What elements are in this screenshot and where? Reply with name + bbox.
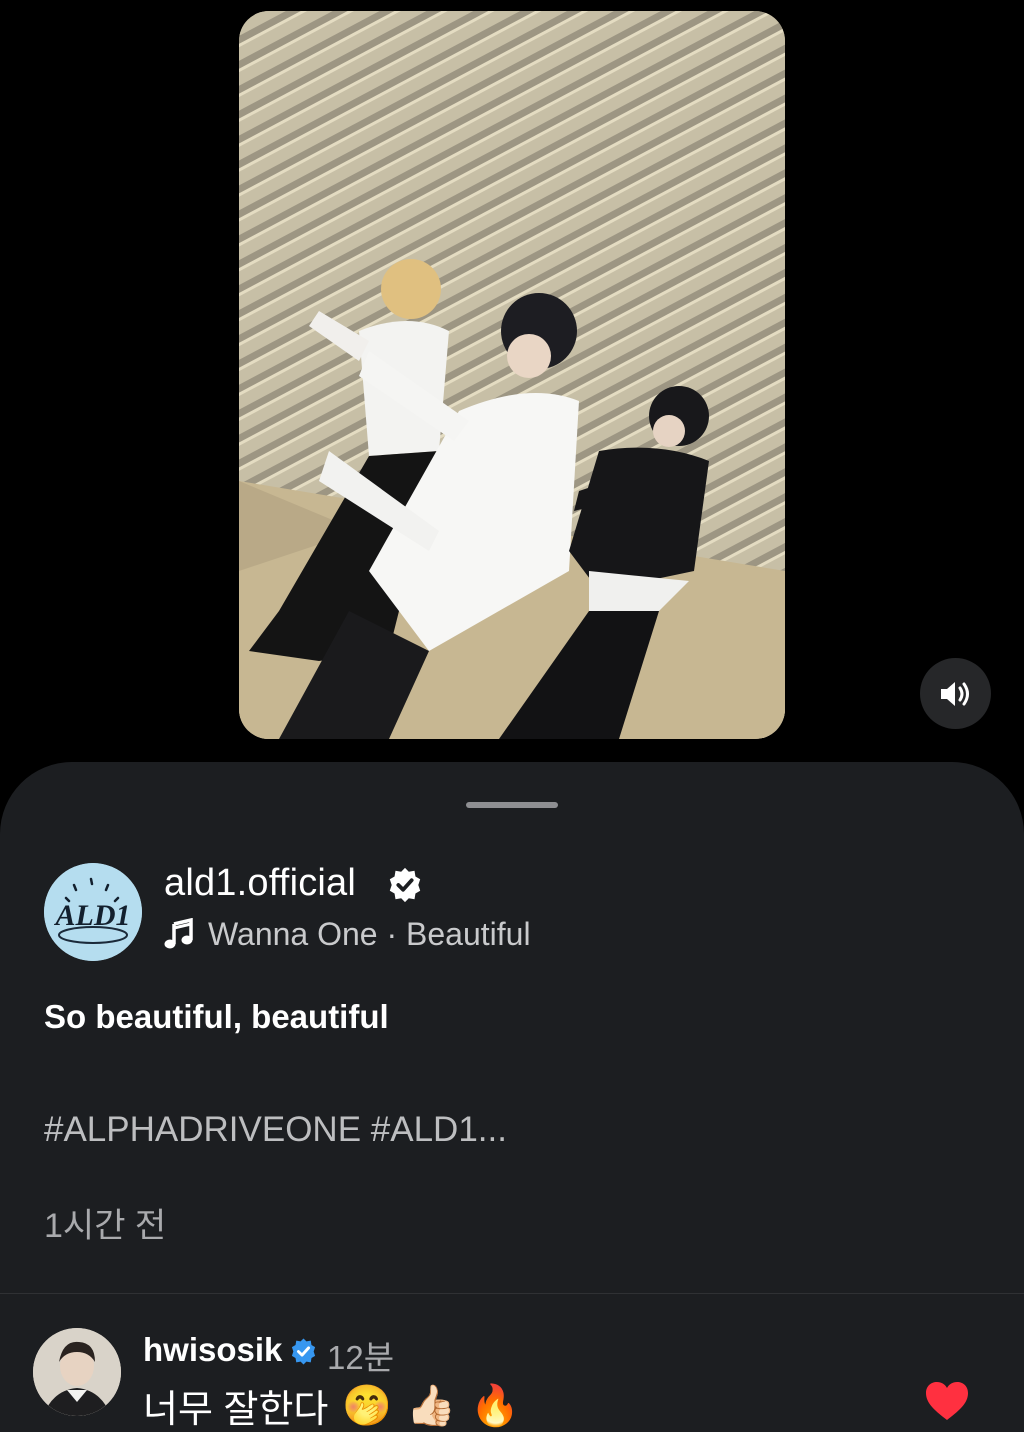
emoji-thumbs-up: 👍🏻 [406, 1383, 456, 1428]
video-frame-image [239, 11, 785, 739]
comment-username[interactable]: hwisosik [143, 1331, 282, 1369]
avatar[interactable]: ALD1 [44, 863, 142, 961]
comment-body: 너무 잘한다 🤭 👍🏻 🔥 [143, 1378, 520, 1432]
reel-video[interactable] [239, 11, 785, 739]
post-caption: So beautiful, beautiful [44, 998, 389, 1035]
ald1-logo-image: ALD1 [44, 863, 142, 961]
post-details-sheet: ALD1 ald1.official Wanna One · Beautiful… [0, 762, 1024, 1432]
post-timestamp: 1시간 전 [44, 1207, 167, 1245]
verified-badge-icon [291, 1338, 316, 1365]
post-username[interactable]: ald1.official [164, 862, 356, 905]
comment-time: 12분 [327, 1339, 395, 1376]
comment-avatar-image [33, 1328, 121, 1416]
music-info[interactable]: Wanna One · Beautiful [164, 914, 531, 954]
comment-text: 너무 잘한다 [143, 1389, 329, 1431]
divider [0, 1293, 1024, 1294]
comment-avatar[interactable] [33, 1328, 121, 1416]
heart-icon[interactable] [924, 1380, 970, 1422]
verified-badge-icon [389, 867, 421, 903]
post-hashtags[interactable]: #ALPHADRIVEONE #ALD1... [44, 1110, 507, 1150]
emoji-fire: 🔥 [469, 1383, 520, 1428]
music-label: Wanna One · Beautiful [208, 915, 531, 952]
sheet-drag-handle[interactable] [466, 802, 558, 808]
speaker-icon [940, 681, 969, 706]
sound-toggle-button[interactable] [920, 658, 991, 729]
avatar-logo-text: ALD1 [54, 899, 131, 932]
emoji-hand-over-mouth: 🤭 [342, 1383, 393, 1428]
music-note-icon [164, 918, 193, 949]
